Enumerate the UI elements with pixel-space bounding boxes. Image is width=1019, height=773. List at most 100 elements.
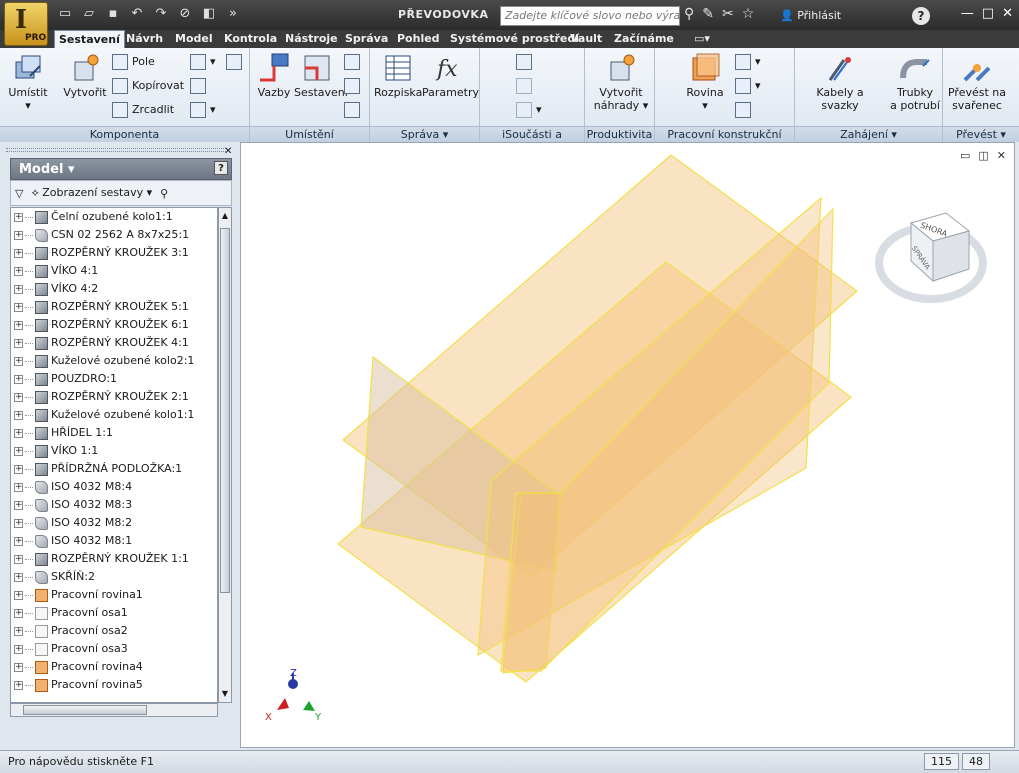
- trubky-button[interactable]: Trubky a potrubí: [887, 52, 943, 112]
- tree-item[interactable]: + ROZPĚRNÝ KROUŽEK 6:1: [11, 316, 217, 334]
- close-icon[interactable]: ✕: [1002, 6, 1013, 21]
- vazby-button[interactable]: Vazby: [254, 52, 294, 99]
- ucs-button[interactable]: [735, 100, 751, 120]
- expand-icon[interactable]: +: [14, 482, 23, 492]
- edit-ipart-button[interactable]: [516, 76, 532, 96]
- exchange-icon[interactable]: ✂: [722, 6, 734, 22]
- browser-close-icon[interactable]: ✕: [224, 146, 232, 157]
- expand-icon[interactable]: +: [14, 284, 23, 294]
- expand-icon[interactable]: +: [14, 428, 23, 438]
- free-move-button[interactable]: [344, 76, 360, 96]
- tree-item[interactable]: + SKŘÍŇ:2: [11, 568, 217, 586]
- tree-item[interactable]: + ROZPĚRNÝ KROUŽEK 5:1: [11, 298, 217, 316]
- expand-icon[interactable]: +: [14, 572, 23, 582]
- tab-nastroje[interactable]: Nástroje: [281, 30, 342, 48]
- tab-sprava[interactable]: Správa: [341, 30, 392, 48]
- edit-button[interactable]: [190, 76, 206, 96]
- expand-icon[interactable]: +: [14, 320, 23, 330]
- free-rotate-button[interactable]: [344, 100, 360, 120]
- umistit-button[interactable]: Umístit ▾: [6, 52, 50, 112]
- expand-icon[interactable]: +: [14, 536, 23, 546]
- expand-icon[interactable]: +: [14, 248, 23, 258]
- panel-label-sprava[interactable]: Správa ▾: [370, 126, 479, 142]
- create-ipart-button[interactable]: [516, 52, 532, 72]
- expand-icon[interactable]: +: [14, 644, 23, 654]
- zrcadlit-button[interactable]: Zrcadlit: [112, 100, 174, 120]
- expand-icon[interactable]: +: [14, 446, 23, 456]
- frame-button[interactable]: [226, 52, 242, 72]
- expand-icon[interactable]: +: [14, 230, 23, 240]
- expand-icon[interactable]: +: [14, 500, 23, 510]
- sign-in-link[interactable]: 👤 Přihlásit: [780, 9, 841, 22]
- vytvorit-nahrady-button[interactable]: Vytvořit náhrady ▾: [591, 52, 651, 112]
- find-icon[interactable]: ⚲: [160, 187, 168, 200]
- graphics-viewport[interactable]: ▭ ◫ ✕ SHORA SPRÁVA Z X Y: [240, 142, 1015, 748]
- expand-icon[interactable]: +: [14, 302, 23, 312]
- panel-grip[interactable]: [6, 148, 226, 152]
- parametry-button[interactable]: fx Parametry: [422, 52, 479, 99]
- expand-icon[interactable]: +: [14, 266, 23, 276]
- search-input[interactable]: Zadejte klíčové slovo nebo výraz.: [500, 6, 680, 26]
- browser-help-icon[interactable]: ?: [214, 161, 228, 175]
- tab-vault[interactable]: Vault: [566, 30, 606, 48]
- tree-item[interactable]: + Pracovní osa1: [11, 604, 217, 622]
- panel-label-zahajeni[interactable]: Zahájení ▾: [795, 126, 942, 142]
- tools-icon[interactable]: ✎: [702, 6, 714, 22]
- tree-item[interactable]: + Pracovní rovina5: [11, 676, 217, 694]
- minimize-icon[interactable]: —: [961, 6, 974, 21]
- tree-item[interactable]: + VÍKO 4:2: [11, 280, 217, 298]
- tree-item[interactable]: + VÍKO 1:1: [11, 442, 217, 460]
- star-icon[interactable]: ☆: [742, 6, 755, 22]
- hscroll-thumb[interactable]: [23, 705, 147, 715]
- vytvorit-button[interactable]: Vytvořit: [62, 52, 108, 99]
- expand-icon[interactable]: +: [14, 590, 23, 600]
- tree-item[interactable]: + ISO 4032 M8:4: [11, 478, 217, 496]
- tab-zaciname[interactable]: Začínáme: [610, 30, 678, 48]
- tree-horizontal-scrollbar[interactable]: [10, 703, 218, 717]
- tree-item[interactable]: + Pracovní osa2: [11, 622, 217, 640]
- work-axis-button[interactable]: ▾: [735, 52, 761, 72]
- kabely-button[interactable]: Kabely a svazky: [797, 52, 883, 112]
- restore-icon[interactable]: □: [982, 6, 994, 21]
- vp-restore-icon[interactable]: ◫: [978, 149, 988, 162]
- shrinkwrap-button[interactable]: ▾: [190, 100, 216, 120]
- tree-item[interactable]: + Čelní ozubené kolo1:1: [11, 208, 217, 226]
- expand-icon[interactable]: +: [14, 464, 23, 474]
- tree-item[interactable]: + ROZPĚRNÝ KROUŽEK 1:1: [11, 550, 217, 568]
- expand-icon[interactable]: +: [14, 356, 23, 366]
- expand-icon[interactable]: +: [14, 392, 23, 402]
- tab-kontrola[interactable]: Kontrola: [220, 30, 281, 48]
- tree-item[interactable]: + HŘÍDEL 1:1: [11, 424, 217, 442]
- undo-icon[interactable]: ↶: [128, 6, 146, 22]
- vp-close-icon[interactable]: ✕: [997, 149, 1006, 162]
- ipart-table-button[interactable]: ▾: [516, 100, 542, 120]
- rozpiska-button[interactable]: Rozpiska: [374, 52, 422, 99]
- tree-item[interactable]: + POUZDRO:1: [11, 370, 217, 388]
- prevest-button[interactable]: Převést na svařenec: [945, 52, 1009, 112]
- tree-item[interactable]: + ROZPĚRNÝ KROUŽEK 3:1: [11, 244, 217, 262]
- open-icon[interactable]: ▱: [80, 6, 98, 22]
- help-icon[interactable]: ?: [912, 7, 930, 25]
- pole-button[interactable]: Pole: [112, 52, 155, 72]
- expand-icon[interactable]: +: [14, 626, 23, 636]
- select-icon[interactable]: ⊘: [176, 6, 194, 22]
- scroll-down-icon[interactable]: ▼: [220, 688, 230, 700]
- expand-icon[interactable]: +: [14, 518, 23, 528]
- tree-item[interactable]: + ISO 4032 M8:2: [11, 514, 217, 532]
- tab-pohled[interactable]: Pohled: [393, 30, 444, 48]
- expand-icon[interactable]: +: [14, 680, 23, 690]
- kopirovat-button[interactable]: Kopírovat: [112, 76, 184, 96]
- expand-icon[interactable]: +: [14, 212, 23, 222]
- assembly-view-dropdown[interactable]: ⟡ Zobrazení sestavy ▾: [31, 186, 152, 200]
- expand-icon[interactable]: +: [14, 554, 23, 564]
- tree-item[interactable]: + Kuželové ozubené kolo2:1: [11, 352, 217, 370]
- new-icon[interactable]: ▭: [56, 6, 74, 22]
- viewcube[interactable]: SHORA SPRÁVA: [875, 212, 987, 303]
- redo-icon[interactable]: ↷: [152, 6, 170, 22]
- work-point-button[interactable]: ▾: [735, 76, 761, 96]
- tab-sestaveni[interactable]: Sestavení: [54, 30, 125, 48]
- rovina-button[interactable]: Rovina ▾: [683, 52, 727, 112]
- tree-item[interactable]: + CSN 02 2562 A 8x7x25:1: [11, 226, 217, 244]
- expand-icon[interactable]: +: [14, 410, 23, 420]
- tab-model[interactable]: Model: [171, 30, 217, 48]
